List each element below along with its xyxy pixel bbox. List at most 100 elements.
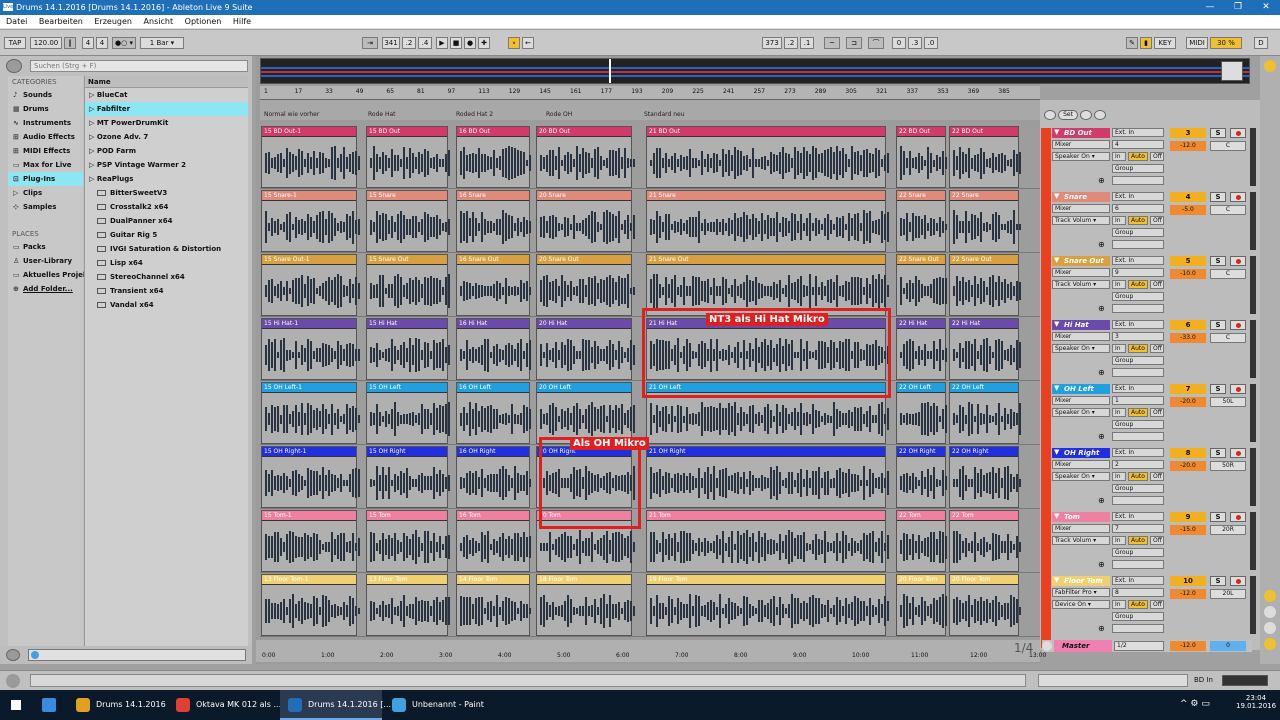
audio-clip[interactable]: 22 Tom [896,510,947,572]
solo-button[interactable]: S [1210,512,1226,522]
audio-clip[interactable]: 15 OH Left-1 [261,382,360,444]
track-header[interactable]: Snare Out ▼ Ext. In Mixer 9 Track Volum ▾ In Au… [1052,254,1260,317]
list-item[interactable]: ▷ Fabfilter [85,102,248,116]
back-to-arrangement-icon[interactable]: ← [522,37,534,49]
taskbar-item[interactable]: Drums 14.1.2016 [... [280,690,391,720]
output-select[interactable]: Track Volum ▾ [1052,216,1110,225]
loop-start-beat[interactable]: .2 [784,37,798,49]
audio-clip[interactable]: 22 Snare Out [896,254,947,316]
expand-icon[interactable]: ⊕ [1098,176,1105,185]
monitor-in-button[interactable]: In [1112,536,1126,545]
menu-hilfe[interactable]: Hilfe [230,17,254,26]
audio-clip[interactable]: 21 BD Out [646,126,889,188]
audio-clip[interactable]: 16 OH Left [456,382,531,444]
fold-arrow-icon[interactable]: ▼ [1054,128,1059,136]
track-pan[interactable]: C [1210,269,1246,279]
monitor-off-button[interactable]: Off [1150,344,1164,353]
audio-clip[interactable]: 22 Hi Hat [949,318,1021,380]
mixer-toggle-icon[interactable] [1264,638,1276,650]
sends-toggle-icon[interactable] [1264,606,1276,618]
list-item[interactable]: DualPanner x64 [85,214,248,228]
loop-start-bar[interactable]: 373 [762,37,782,49]
audio-clip[interactable]: 22 BD Out [896,126,947,188]
audio-clip[interactable]: 16 OH Right [456,446,531,508]
taskbar-item[interactable]: Oktava MK 012 als ... [168,690,281,720]
track-name[interactable]: Hi Hat [1052,320,1110,330]
loop-start-sixteenth[interactable]: .1 [800,37,814,49]
fold-arrow-icon[interactable]: ▼ [1054,192,1059,200]
follow-icon[interactable]: ⇥ [362,37,378,49]
audio-clip[interactable]: 22 OH Left [896,382,947,444]
monitor-auto-button[interactable]: Auto [1128,280,1148,289]
track-header[interactable]: OH Right ▼ Ext. In Mixer 2 Speaker On ▾ In Auto… [1052,446,1260,509]
beat-time-ruler[interactable]: 1 17 33 49 65 81 97 113 129 145 161 177 193 209 225 241… [260,86,1040,100]
input-channel-number[interactable]: 7 [1112,524,1164,533]
list-item[interactable]: Vandal x64 [85,298,248,312]
monitor-in-button[interactable]: In [1112,408,1126,417]
track-pan[interactable]: C [1210,205,1246,215]
arrangement-overview[interactable] [260,58,1250,84]
fold-arrow-icon[interactable]: ▼ [1054,320,1059,328]
audio-clip[interactable]: 21 Snare [646,190,889,252]
track-activator-button[interactable]: 6 [1170,320,1206,330]
detail-view-toggle-icon[interactable] [1222,675,1268,686]
monitor-auto-button[interactable]: Auto [1128,408,1148,417]
audio-clip[interactable]: 19 Floor Tom [646,574,889,636]
output-select[interactable]: Speaker On ▾ [1052,408,1110,417]
monitor-in-button[interactable]: In [1112,472,1126,481]
clip-overview-strip[interactable] [1038,674,1188,687]
list-item[interactable]: Transient x64 [85,284,248,298]
input-channel-select[interactable]: FabFilter Pro ▾ [1052,588,1110,597]
returns-toggle-icon[interactable] [1264,622,1276,634]
list-item[interactable]: Guitar Rig 5 [85,228,248,242]
track-lane[interactable]: 13 Floor Tom-1 13 Floor Tom 14 Floor Tom 18… [260,574,1040,637]
group-select[interactable]: Group [1112,164,1164,173]
menu-erzeugen[interactable]: Erzeugen [91,17,135,26]
input-channel-select[interactable]: Mixer [1052,460,1110,469]
list-item[interactable]: ▷ BlueCat [85,88,248,102]
name-column-header[interactable]: Name [85,76,248,88]
loop-length-sixteenth[interactable]: .0 [924,37,938,49]
menu-bearbeiten[interactable]: Bearbeiten [36,17,86,26]
draw-mode-icon[interactable]: ✎ [1126,37,1138,49]
fold-arrow-icon[interactable]: ▼ [1054,256,1059,264]
place-user-library[interactable]: ♙ User-Library [8,254,83,268]
browser-search-input[interactable]: Suchen (Strg + F) [30,60,248,72]
track-name[interactable]: Floor Tom [1052,576,1110,586]
input-type-select[interactable]: Ext. In [1112,320,1164,329]
io-toggle-icon[interactable] [1264,590,1276,602]
audio-clip[interactable]: 15 Tom [366,510,450,572]
input-channel-select[interactable]: Mixer [1052,524,1110,533]
audio-clip[interactable]: 22 Hi Hat [896,318,947,380]
menu-optionen[interactable]: Optionen [182,17,225,26]
overview-toggle-icon[interactable] [1264,60,1276,72]
track-name[interactable]: OH Left [1052,384,1110,394]
monitor-in-button[interactable]: In [1112,216,1126,225]
locator-lane[interactable]: Normal wie vorher Rode Hat Roded Hat 2 Rode… [260,100,1040,120]
track-header[interactable]: Hi Hat ▼ Ext. In Mixer 3 Speaker On ▾ In Auto Of… [1052,318,1260,381]
track-lane[interactable]: 15 OH Right-1 15 OH Right 16 OH Right 20 OH… [260,446,1040,509]
category-clips[interactable]: ▷ Clips [8,186,83,200]
fold-arrow-icon[interactable]: ▼ [1054,384,1059,392]
audio-clip[interactable]: 16 BD Out [456,126,531,188]
audio-clip[interactable]: 13 Floor Tom [366,574,450,636]
next-locator-icon[interactable] [1094,110,1106,120]
arrangement-position-bar[interactable]: 341 [382,37,400,49]
monitor-in-button[interactable]: In [1112,152,1126,161]
input-channel-number[interactable]: 1 [1112,396,1164,405]
arrangement-position-sixteenth[interactable]: .4 [418,37,432,49]
solo-button[interactable]: S [1210,448,1226,458]
track-lane[interactable]: 15 BD Out-1 15 BD Out 16 BD Out 20 BD Out 21… [260,126,1040,189]
tap-tempo-button[interactable]: TAP [4,37,26,49]
add-locator-icon[interactable] [1080,110,1092,120]
tempo-field[interactable]: 120.00 [30,37,62,49]
locator[interactable]: Normal wie vorher [264,111,319,118]
list-item[interactable]: Crosstalk2 x64 [85,200,248,214]
output-channel-select[interactable] [1112,304,1164,313]
audio-clip[interactable]: 15 OH Right [366,446,450,508]
input-channel-select[interactable]: Mixer [1052,332,1110,341]
group-select[interactable]: Group [1112,356,1164,365]
solo-button[interactable]: S [1210,384,1226,394]
arm-button[interactable] [1230,512,1246,522]
track-activator-button[interactable]: 10 [1170,576,1206,586]
